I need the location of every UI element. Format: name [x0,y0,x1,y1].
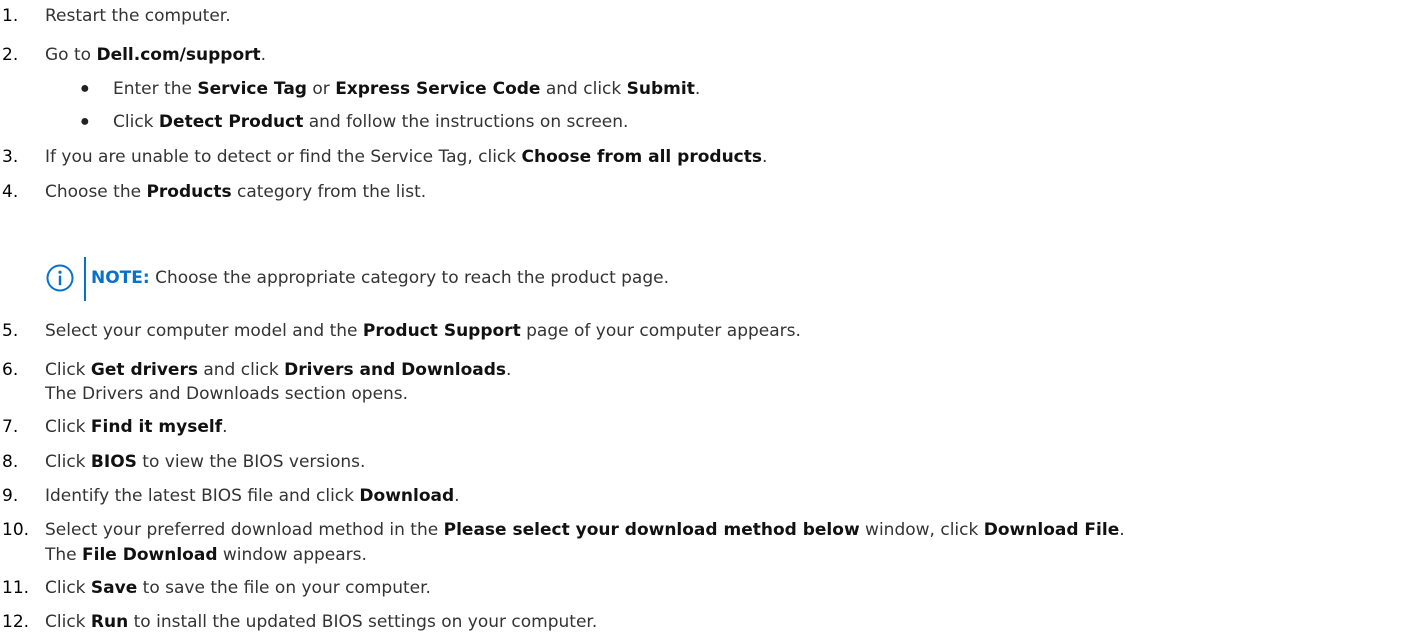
step-result-text: The Drivers and Downloads section opens. [45,383,408,405]
text-run: . [506,360,512,381]
step-text: Click Save to save the file on your comp… [45,577,431,599]
text-run: Identify the latest BIOS file and click [45,486,360,506]
text-run: . [222,416,228,437]
step-text: Click Find it myself. [45,416,228,438]
step-number: 12. [2,612,30,632]
bold-term: Service Tag [197,78,307,99]
text-run: . [454,486,460,506]
bullet-icon: ● [80,112,90,130]
bullet-text: Enter the Service Tag or Express Service… [113,78,700,100]
text-run: The Drivers and Downloads section opens. [45,383,409,404]
bold-term: Run [90,612,129,632]
note-text: NOTE: Choose the appropriate category to… [91,267,669,289]
bold-term: Express Service Code [335,78,541,99]
note-label: NOTE: [91,267,150,288]
bold-term: Get drivers [90,360,198,381]
text-run: category from the list. [231,181,427,202]
step-text: Identify the latest BIOS file and click … [45,485,460,507]
text-run: . [1119,520,1125,541]
bold-term: Download [359,486,455,506]
step-text: Choose the Products category from the li… [45,181,426,203]
bios-update-instructions: 1. Restart the computer. 2. Go to Dell.c… [0,0,1407,637]
bullet-icon: ● [80,79,90,97]
text-run: Click [45,577,91,598]
step-text: Select your preferred download method in… [45,519,1125,541]
step-number: 7. [2,416,19,437]
step-number: 3. [2,146,19,167]
text-run: Go to [45,44,97,65]
text-run: to install the updated BIOS settings on … [128,612,598,632]
bullet-text: Click Detect Product and follow the inst… [113,111,628,133]
bold-term: Choose from all products [521,146,762,167]
text-run: . [260,44,267,65]
note-divider [84,256,86,301]
bold-term: File Download [82,544,218,565]
text-run: Click [45,416,91,437]
text-run: . [694,78,701,99]
text-run: to save the file on your computer. [137,577,431,598]
step-text: Click Get drivers and click Drivers and … [45,359,511,381]
bold-term: BIOS [90,451,137,472]
bold-term: Product Support [362,321,521,342]
bold-term: Download File [983,520,1120,541]
text-run: Choose the [45,181,147,202]
text-run: Click [45,451,91,472]
step-text: Click Run to install the updated BIOS se… [45,611,597,633]
text-run: and follow the instructions on screen. [303,111,629,132]
text-run: Click [45,612,91,632]
info-icon [46,264,74,292]
step-number: 10. [2,520,30,541]
step-text: Select your computer model and the Produ… [45,320,801,342]
text-run: Select your preferred download method in… [45,520,444,541]
step-number: 11. [2,577,30,598]
step-number: 4. [2,181,19,202]
step-result-text: The File Download window appears. [45,544,367,566]
text-run: or [306,78,336,99]
step-number: 9. [2,486,19,506]
note-body: Choose the appropriate category to reach… [149,267,670,288]
text-run: Enter the [113,78,198,99]
bold-term: Save [90,577,138,598]
step-number: 1. [2,5,19,26]
text-run: Restart the computer. [45,5,231,26]
step-number: 8. [2,451,19,472]
step-number: 5. [2,321,19,342]
text-run: to view the BIOS versions. [136,451,366,472]
text-run: and click [540,78,627,99]
bold-term: Dell.com/support [96,44,261,65]
bold-term: Please select your download method below [443,520,860,541]
bold-term: Detect Product [158,111,304,132]
text-run: Click [45,360,91,381]
text-run: and click [197,360,285,381]
text-run: page of your computer appears. [520,321,801,342]
text-run: window, click [859,520,984,541]
text-run: window appears. [217,544,367,565]
step-number: 6. [2,360,19,381]
text-run: Click [113,111,159,132]
bold-term: Products [146,181,232,202]
step-number: 2. [2,44,19,65]
note-callout: NOTE: Choose the appropriate category to… [45,256,945,301]
bold-term: Drivers and Downloads [284,360,507,381]
step-text: Go to Dell.com/support. [45,44,266,66]
text-run: . [762,146,768,167]
bold-term: Submit [626,78,695,99]
text-run: The [45,544,83,565]
step-text: Click BIOS to view the BIOS versions. [45,451,365,473]
step-text: If you are unable to detect or find the … [45,146,767,168]
text-run: If you are unable to detect or find the … [45,146,522,167]
text-run: Select your computer model and the [45,321,363,342]
bold-term: Find it myself [90,416,223,437]
step-text: Restart the computer. [45,5,231,27]
